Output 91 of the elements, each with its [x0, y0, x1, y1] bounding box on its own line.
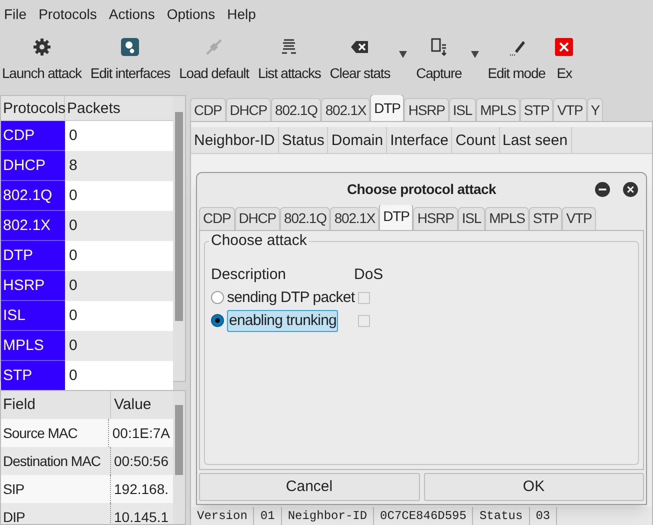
toolbar-button[interactable]: Edit mode [488, 36, 546, 84]
plug-icon [204, 36, 224, 56]
table-cell: 03 [530, 507, 558, 525]
tab[interactable]: CDP [199, 206, 235, 230]
toolbar-button[interactable]: Ex [554, 36, 574, 84]
scrollbar[interactable] [173, 96, 185, 381]
table-cell: 0 [65, 211, 173, 241]
tab[interactable]: 802.1X [330, 206, 380, 230]
tab[interactable]: 802.1Q [280, 206, 330, 230]
tab[interactable]: Y [586, 98, 604, 121]
table-cell-text: 192.168. [113, 480, 170, 499]
dialog-button[interactable]: OK [424, 472, 644, 501]
tab[interactable]: ISL [448, 98, 476, 121]
table-cell: MPLS [1, 331, 65, 361]
column-header: Packets [66, 99, 122, 119]
tab[interactable]: HSRP [413, 206, 458, 230]
tab[interactable]: DHCP [234, 206, 280, 230]
scrollbar[interactable] [173, 391, 185, 524]
checkbox[interactable] [358, 314, 370, 327]
menu-item[interactable]: Help [227, 4, 256, 24]
dialog-title: Choose protocol attack [347, 180, 496, 199]
tab[interactable]: MPLS [476, 98, 520, 121]
toolbar-button[interactable]: Capture [416, 36, 462, 84]
table-cell: 01 [254, 507, 282, 525]
table-cell: 0 [65, 271, 173, 301]
tab[interactable]: 802.1Q [271, 98, 322, 121]
tab[interactable]: STP [520, 98, 554, 121]
column-header: Value [113, 395, 152, 415]
toolbar-button[interactable]: Edit interfaces [90, 36, 170, 84]
close-icon[interactable] [623, 182, 638, 197]
tab[interactable]: DTP [370, 95, 404, 121]
menu-item[interactable]: File [4, 4, 27, 24]
column-header: Domain [328, 127, 388, 153]
table-cell: DIP [1, 503, 111, 524]
radio-option[interactable]: enabling trunking [211, 310, 354, 332]
table-cell: 802.1Q [1, 181, 65, 211]
column-label: DoS [354, 264, 384, 285]
minimize-icon[interactable] [595, 182, 610, 197]
menu-item[interactable]: Protocols [38, 4, 97, 24]
table-cell-text: 00:1E:7A [111, 424, 171, 443]
table-cell: CDP [1, 121, 65, 151]
table-cell: ISL [1, 301, 65, 331]
gear-icon [32, 36, 52, 56]
table-cell: Version [191, 507, 254, 525]
column-header: Protocols [1, 96, 65, 120]
tab[interactable]: 802.1X [321, 98, 370, 121]
column-header: Last seen [500, 127, 572, 153]
column-header: Interface [387, 127, 452, 153]
tab[interactable]: VTP [553, 98, 587, 121]
toolbar-button[interactable]: Load default [179, 36, 249, 84]
tab[interactable]: ISL [458, 206, 486, 230]
toolbar-button[interactable]: List attacks [258, 36, 321, 84]
dropdown-arrow-icon[interactable] [470, 50, 479, 58]
table-cell-text: 10.145.1 [113, 508, 170, 524]
dropdown-arrow-icon[interactable] [399, 50, 408, 58]
toolbar-button[interactable]: Launch attack [2, 36, 82, 84]
column-header: Count [452, 127, 500, 153]
menu-item[interactable]: Actions [108, 4, 155, 24]
menu-item[interactable]: Options [166, 4, 216, 24]
table-cell: HSRP [1, 271, 65, 301]
radio-button[interactable] [211, 291, 224, 304]
exit-icon [554, 36, 574, 56]
checkbox[interactable] [358, 292, 370, 304]
table-cell: DHCP [1, 151, 65, 181]
column-label: Description [211, 264, 288, 285]
table-cell: 0 [65, 331, 173, 361]
tab[interactable]: DHCP [226, 98, 272, 121]
dialog-button[interactable]: Cancel [199, 472, 420, 501]
capture-icon [428, 36, 449, 56]
tab[interactable]: HSRP [404, 98, 449, 121]
table-cell: STP [1, 361, 65, 391]
table-cell: Neighbor-ID [282, 507, 374, 525]
toolbar-button[interactable]: Clear stats [330, 36, 390, 84]
table-cell: 802.1X [1, 211, 65, 241]
column-header: Status [278, 127, 328, 153]
table-cell-text: 00:50:56 [113, 452, 170, 471]
tab[interactable]: DTP [379, 205, 414, 230]
option-label: enabling trunking [227, 310, 338, 332]
radio-button[interactable] [211, 314, 224, 328]
table-cell: DTP [1, 241, 65, 271]
gears-icon [120, 36, 140, 56]
tab[interactable]: VTP [562, 206, 596, 230]
column-header: Neighbor-ID [191, 127, 279, 153]
table-cell: 0C7CE846D595 [374, 507, 474, 525]
table-cell: 8 [65, 151, 173, 181]
tab[interactable]: STP [528, 206, 562, 230]
tab[interactable]: CDP [190, 98, 226, 121]
option-label: sending DTP packet [227, 288, 355, 308]
table-cell: Status [473, 507, 530, 525]
tab[interactable]: MPLS [485, 206, 529, 230]
radio-option[interactable]: sending DTP packet [211, 286, 354, 309]
